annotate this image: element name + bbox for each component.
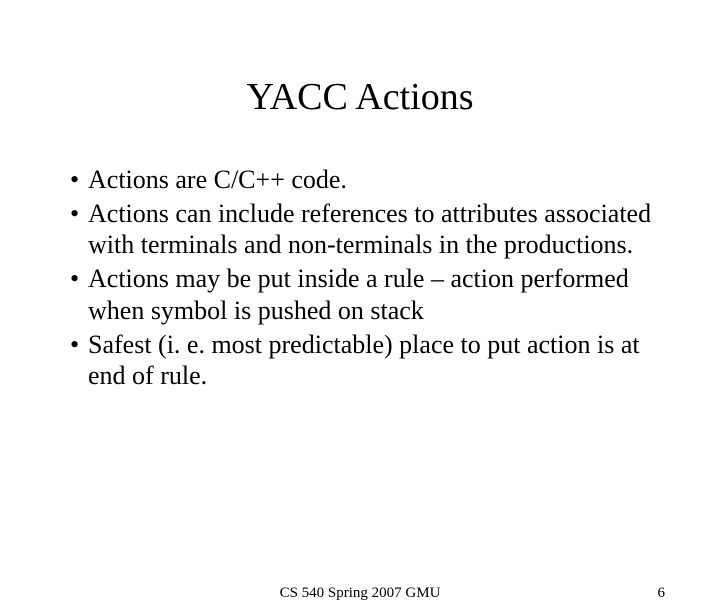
slide-title: YACC Actions [50,75,670,119]
list-item: Actions are C/C++ code. [70,164,670,196]
page-number: 6 [658,585,666,602]
list-item: Actions can include references to attrib… [70,198,670,261]
footer-text: CS 540 Spring 2007 GMU [0,585,720,602]
bullet-list: Actions are C/C++ code. Actions can incl… [50,164,670,392]
list-item: Safest (i. e. most predictable) place to… [70,329,670,392]
list-item: Actions may be put inside a rule – actio… [70,263,670,326]
